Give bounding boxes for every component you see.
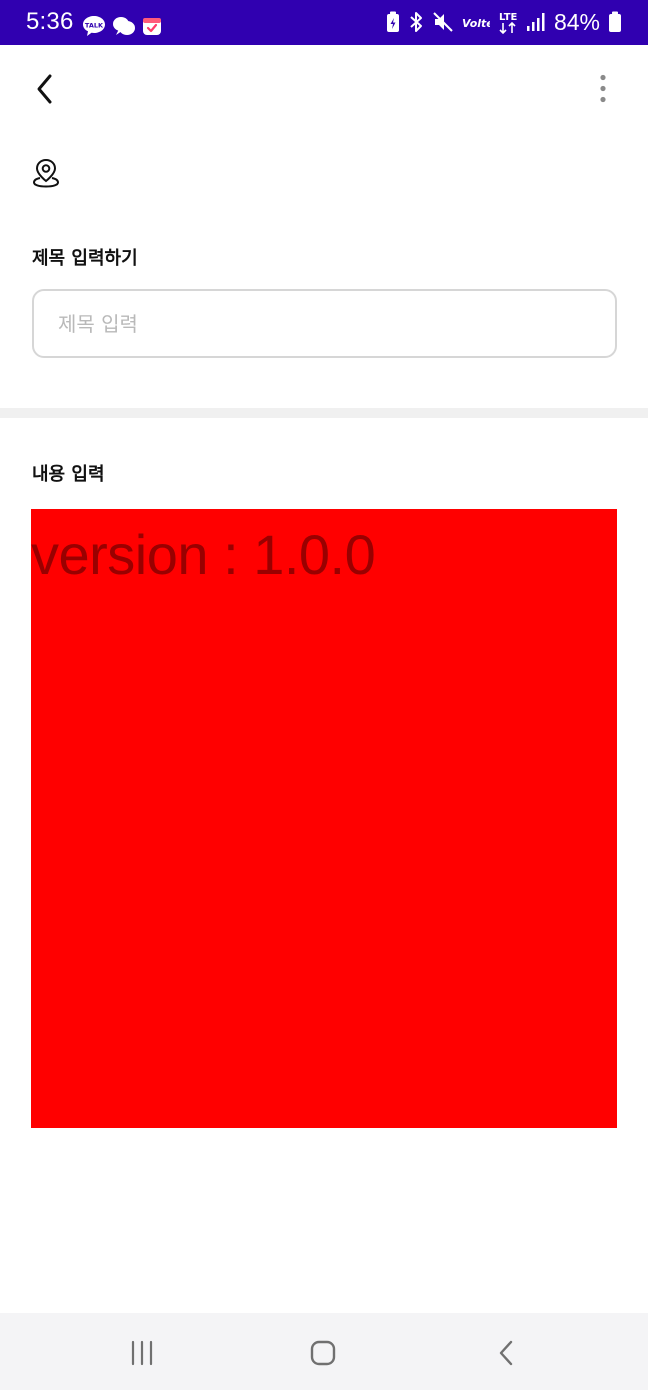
recents-button[interactable] <box>120 1331 164 1375</box>
system-icons: Volte LTE 84% <box>386 8 622 36</box>
title-input[interactable] <box>32 289 617 358</box>
recents-icon <box>131 1340 153 1366</box>
battery-icon <box>608 11 622 33</box>
back-button[interactable] <box>28 70 62 108</box>
status-time: 5:36 <box>26 8 74 35</box>
content-label: 내용 입력 <box>32 464 105 485</box>
navigation-bar <box>0 1313 648 1390</box>
more-options-button[interactable] <box>588 70 618 108</box>
mute-icon <box>432 11 454 33</box>
chevron-left-icon <box>37 74 52 104</box>
content-area[interactable]: version : 1.0.0 <box>31 509 617 1128</box>
signal-icon <box>526 12 546 32</box>
version-text: version : 1.0.0 <box>31 523 376 586</box>
status-bar: 5:36 TALK Volt LTE 84% <box>0 0 648 45</box>
battery-percent: 84% <box>553 9 600 35</box>
volte-icon: Volte <box>462 11 490 33</box>
kakaotalk-icon: TALK <box>82 15 106 37</box>
calendar-icon <box>142 16 162 36</box>
more-vertical-icon <box>600 74 606 103</box>
nav-back-button[interactable] <box>484 1331 528 1375</box>
title-label: 제목 입력하기 <box>32 248 138 269</box>
lte-icon: LTE <box>498 9 518 35</box>
home-icon <box>310 1340 336 1366</box>
section-divider <box>0 408 648 418</box>
svg-text:Volte: Volte <box>462 17 490 30</box>
svg-text:LTE: LTE <box>499 12 518 23</box>
notification-icons: TALK <box>82 14 162 38</box>
svg-text:TALK: TALK <box>85 22 104 30</box>
back-icon <box>499 1340 513 1366</box>
location-button[interactable] <box>30 156 62 190</box>
chat-bubble-icon <box>112 15 136 37</box>
home-button[interactable] <box>301 1331 345 1375</box>
location-pin-icon <box>32 158 60 188</box>
battery-saver-icon <box>386 11 400 33</box>
bluetooth-icon <box>408 11 424 33</box>
